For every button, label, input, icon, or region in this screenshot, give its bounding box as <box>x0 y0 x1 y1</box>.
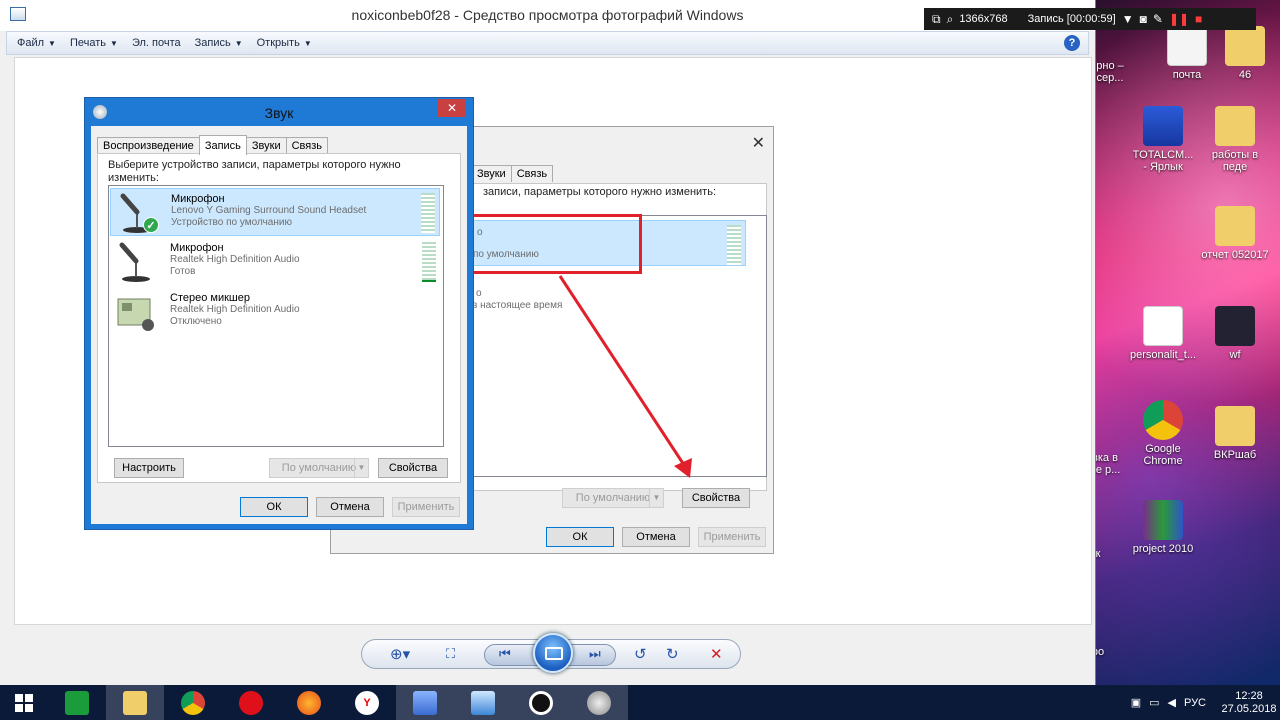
clock[interactable]: 12:28 27.05.2018 <box>1218 690 1280 716</box>
device-item-headset-mic[interactable]: ✓ Микрофон Lenovo Y Gaming Surround Soun… <box>110 188 440 236</box>
taskbar: Y ▣ ▭ ◀ РУС 12:28 27.05.2018 <box>0 685 1280 720</box>
tab-playback[interactable]: Воспроизведение <box>97 137 200 154</box>
dialog-titlebar: Звук ✕ <box>85 98 473 126</box>
configure-button[interactable]: Настроить <box>114 458 184 478</box>
battery-icon[interactable]: ▭ <box>1149 696 1159 709</box>
dialog-body: Воспроизведение Запись Звуки Связь Выбер… <box>91 126 467 524</box>
sound-dialog: Звук ✕ Воспроизведение Запись Звуки Связ… <box>84 97 474 530</box>
microphone-icon <box>119 242 150 282</box>
chevron-down-icon: ▼ <box>354 459 368 477</box>
taskbar-recorder[interactable] <box>512 685 570 720</box>
sound-card-icon <box>117 298 154 331</box>
network-icon[interactable]: ▣ <box>1131 696 1141 709</box>
device-name: Микрофон <box>171 193 225 205</box>
set-default-button[interactable]: По умолчанию ▼ <box>269 458 369 478</box>
taskbar-opera[interactable] <box>222 685 280 720</box>
tab-sounds[interactable]: Звуки <box>245 137 287 154</box>
chrome-icon <box>181 690 205 715</box>
instruction-text: Выберите устройство записи, параметры ко… <box>108 159 401 184</box>
taskbar-firefox[interactable] <box>280 685 338 720</box>
taskbar-control-panel[interactable] <box>396 685 454 720</box>
taskbar-chrome[interactable] <box>164 685 222 720</box>
taskbar-sound[interactable] <box>570 685 628 720</box>
system-tray: ▣ ▭ ◀ РУС 12:28 27.05.2018 <box>1131 685 1280 720</box>
dialog-title: Звук <box>264 105 294 121</box>
clock-date: 27.05.2018 <box>1221 702 1277 715</box>
volume-icon[interactable]: ◀ <box>1168 696 1176 709</box>
device-list: ✓ Микрофон Lenovo Y Gaming Surround Soun… <box>108 185 444 447</box>
device-name: Стерео микшер <box>170 292 250 304</box>
clock-time: 12:28 <box>1235 689 1263 702</box>
language-indicator[interactable]: РУС <box>1184 697 1206 709</box>
level-meter <box>421 193 435 233</box>
button-label: По умолчанию <box>281 462 357 474</box>
yandex-icon: Y <box>355 690 379 715</box>
device-status: Отключено <box>170 316 222 327</box>
taskbar-photo-viewer[interactable] <box>454 685 512 720</box>
device-item-stereo-mix[interactable]: Стерео микшер Realtek High Definition Au… <box>110 288 440 336</box>
control-panel-icon <box>413 690 437 715</box>
recording-pane: Выберите устройство записи, параметры ко… <box>97 153 461 483</box>
tab-recording[interactable]: Запись <box>198 135 247 155</box>
tab-communications[interactable]: Связь <box>285 137 329 154</box>
firefox-icon <box>297 690 321 715</box>
close-button[interactable]: ✕ <box>438 99 466 117</box>
apply-button[interactable]: Применить <box>392 497 460 517</box>
device-item-realtek-mic[interactable]: Микрофон Realtek High Definition Audio Г… <box>110 238 440 286</box>
cancel-button[interactable]: Отмена <box>316 497 384 517</box>
windows-logo-icon <box>15 693 33 712</box>
folder-icon <box>123 690 147 715</box>
opera-icon <box>239 690 263 715</box>
device-status: Устройство по умолчанию <box>171 217 292 228</box>
level-meter <box>422 242 436 282</box>
taskbar-yandex[interactable]: Y <box>338 685 396 720</box>
store-icon <box>65 690 89 715</box>
properties-button[interactable]: Свойства <box>378 458 448 478</box>
device-description: Lenovo Y Gaming Surround Sound Headset <box>171 205 367 216</box>
default-check-icon: ✓ <box>143 217 159 233</box>
tabs-bar: Воспроизведение Запись Звуки Связь <box>97 134 329 155</box>
speaker-icon <box>587 690 611 715</box>
device-name: Микрофон <box>170 242 224 254</box>
device-description: Realtek High Definition Audio <box>170 254 300 265</box>
device-description: Realtek High Definition Audio <box>170 304 300 315</box>
taskbar-explorer[interactable] <box>106 685 164 720</box>
start-button[interactable] <box>0 685 48 720</box>
record-icon <box>529 690 553 715</box>
photo-viewer-icon <box>471 690 495 715</box>
ok-button[interactable]: ОК <box>240 497 308 517</box>
taskbar-store[interactable] <box>48 685 106 720</box>
device-status: Готов <box>170 266 196 277</box>
